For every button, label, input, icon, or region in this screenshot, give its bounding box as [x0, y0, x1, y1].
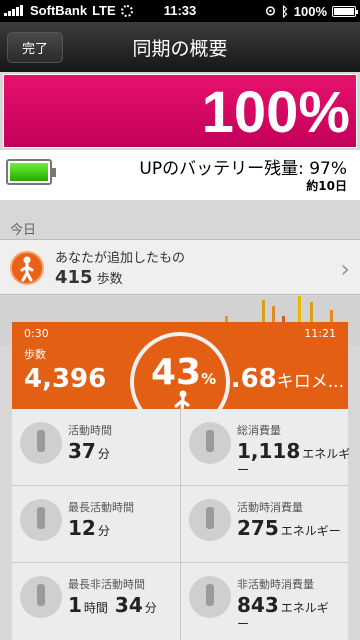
stat-number-2: 34	[114, 593, 143, 617]
stat-label: 最長非活動時間	[68, 578, 145, 591]
battery-percent: 100%	[293, 3, 327, 19]
stat-value: 1 時間 34 分	[68, 593, 157, 617]
longest-active-icon	[20, 499, 62, 541]
up-battery-label: UPのバッテリー残量: 97%	[139, 159, 347, 179]
stat-value: 37 分	[68, 439, 110, 463]
stat-label: 最長活動時間	[68, 501, 134, 514]
goal-percent: 43%	[151, 352, 216, 393]
stat-value: 843 エネルギ	[237, 593, 329, 617]
timeline-start: 0:30	[24, 327, 49, 340]
goal-unit: %	[201, 370, 217, 388]
bluetooth-icon: ᛒ	[280, 3, 289, 19]
distance-value: .68キロメ...	[231, 364, 344, 394]
stat-idle-burn: 非活動時消費量 843 エネルギ ー	[180, 563, 348, 640]
walking-person-icon	[10, 251, 44, 285]
stat-unit-2: 分	[144, 601, 157, 615]
stats-grid: 活動時間 37 分 総消費量 1,118 エネルギ ー 最長活動時間 12 分 活動時…	[12, 409, 350, 640]
flame-icon	[189, 422, 231, 464]
goal-value: 43	[151, 352, 202, 393]
added-steps-row[interactable]: あなたが追加したもの 415 歩数 ›	[0, 239, 360, 295]
active-burn-icon	[189, 499, 231, 541]
status-bar: SoftBank LTE 11:33 ⊙ ᛒ 100%	[0, 0, 360, 22]
stat-unit: エネルギ	[302, 447, 351, 461]
stat-longest-idle: 最長非活動時間 1 時間 34 分	[12, 563, 180, 640]
steps-value: 4,396	[24, 364, 107, 394]
chevron-right-icon: ›	[340, 255, 350, 283]
stat-label: 総消費量	[237, 424, 281, 437]
stat-unit-wrap: ー	[237, 617, 250, 631]
stat-number: 12	[68, 516, 96, 540]
battery-level-icon	[6, 159, 56, 185]
timeline-end: 11:21	[304, 327, 336, 340]
stat-label: 活動時間	[68, 424, 112, 437]
sync-progress-banner: 100%	[3, 74, 357, 148]
stat-number: 37	[68, 439, 96, 463]
distance-number: .68	[230, 364, 277, 394]
steps-label: 歩数	[24, 348, 46, 361]
stat-value: 1,118 エネルギ	[237, 439, 350, 463]
stat-unit: 時間	[83, 601, 108, 615]
stat-unit: エネルギ	[280, 601, 329, 615]
added-label: あなたが追加したもの	[55, 251, 186, 266]
stat-number: 1	[68, 593, 82, 617]
sofa-icon	[20, 576, 62, 618]
stat-label: 非活動時消費量	[237, 578, 314, 591]
distance-unit: キロメ...	[276, 372, 344, 392]
stat-unit: 分	[97, 447, 110, 461]
stat-label: 活動時消費量	[237, 501, 303, 514]
section-today: 今日	[10, 223, 37, 238]
battery-icon	[332, 5, 358, 17]
navigation-bar: 完了 同期の概要	[0, 22, 360, 72]
idle-burn-icon	[189, 576, 231, 618]
stat-total-burn: 総消費量 1,118 エネルギ ー	[180, 409, 350, 486]
rotation-lock-icon: ⊙	[265, 3, 276, 18]
stat-value: 12 分	[68, 516, 110, 540]
stat-longest-active: 最長活動時間 12 分	[12, 486, 180, 563]
added-value: 415 歩数	[55, 267, 123, 288]
stat-unit: 分	[97, 524, 110, 538]
stat-number: 275	[237, 516, 279, 540]
up-battery-days: 約10日	[306, 179, 347, 193]
stat-number: 843	[237, 593, 279, 617]
active-time-icon	[20, 422, 62, 464]
stat-active-time: 活動時間 37 分	[12, 409, 180, 486]
added-unit: 歩数	[96, 272, 123, 287]
stat-unit-wrap: ー	[237, 463, 250, 477]
added-steps: 415	[55, 267, 93, 288]
sync-percent: 100%	[201, 80, 350, 145]
page-title: 同期の概要	[132, 38, 228, 60]
stat-active-burn: 活動時消費量 275 エネルギー	[180, 486, 348, 563]
stat-unit: エネルギー	[280, 524, 341, 538]
stat-value: 275 エネルギー	[237, 516, 341, 540]
stat-number: 1,118	[237, 439, 301, 463]
up-battery-info: UPのバッテリー残量: 97% 約10日	[0, 150, 360, 200]
